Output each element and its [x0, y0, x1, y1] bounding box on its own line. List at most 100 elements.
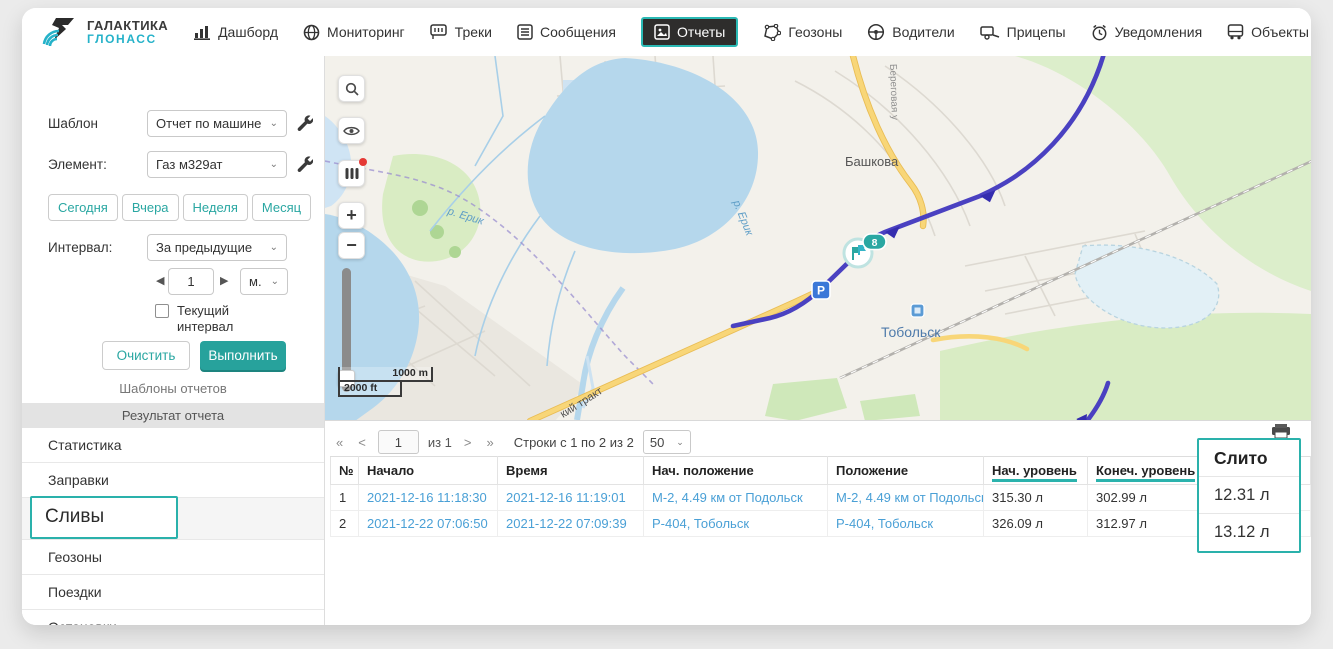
report-templates-section[interactable]: Шаблоны отчетов: [22, 381, 324, 396]
col-pos: Положение: [827, 456, 984, 485]
row2-start-link[interactable]: 2021-12-22 07:06:50: [358, 510, 498, 537]
row1-start-link[interactable]: 2021-12-16 11:18:30: [358, 484, 498, 511]
nav-item-objects[interactable]: Объекты: [1227, 24, 1309, 40]
alarm-clock-icon: [1092, 24, 1107, 40]
page-size-select[interactable]: 50 ⌄: [642, 430, 691, 454]
nav-item-dashboard[interactable]: Дашборд: [194, 24, 278, 40]
sidebar-item-statistics[interactable]: Статистика: [22, 428, 324, 463]
chevron-down-icon: ⌄: [269, 159, 278, 170]
bus-icon: [1227, 24, 1244, 40]
element-row: Элемент: Газ м329ат ⌄: [22, 151, 324, 179]
week-button[interactable]: Неделя: [182, 194, 248, 221]
nav-item-drivers[interactable]: Водители: [867, 23, 955, 41]
prev-page-button[interactable]: <: [355, 433, 369, 452]
row1-pos-link[interactable]: М-2, 4.49 км от Подольск: [827, 484, 984, 511]
row1-time-link[interactable]: 2021-12-16 11:19:01: [497, 484, 644, 511]
cluster-count-badge: 8: [862, 233, 887, 251]
zoom-in-button[interactable]: +: [338, 202, 365, 229]
interval-unit-select[interactable]: м. ⌄: [240, 268, 288, 295]
drained-value: 13.12 л: [1214, 523, 1270, 541]
eye-icon: [343, 126, 360, 135]
city-poi-icon[interactable]: [910, 303, 925, 318]
next-page-button[interactable]: >: [461, 433, 475, 452]
map-label-street: Береговая у: [887, 64, 900, 121]
report-result-section[interactable]: Результат отчета: [22, 403, 324, 428]
first-page-button[interactable]: «: [333, 433, 346, 452]
col-num: №: [330, 456, 359, 485]
last-page-button[interactable]: »: [484, 433, 497, 452]
nav-item-monitoring[interactable]: Мониторинг: [303, 24, 405, 41]
map-search-button[interactable]: [338, 75, 365, 102]
nav-item-geozones[interactable]: Геозоны: [763, 23, 842, 41]
current-interval-checkbox[interactable]: [155, 304, 169, 318]
sidebar-item-geozones[interactable]: Геозоны: [22, 540, 324, 575]
nav-item-notifications[interactable]: Уведомления: [1091, 24, 1202, 41]
interval-count-input[interactable]: [168, 268, 214, 295]
main-nav: Дашборд Мониторинг Треки Сообщения Отчет…: [194, 17, 1309, 47]
map-label-town: Башкова: [845, 154, 899, 169]
decrement-arrow[interactable]: ◀: [156, 274, 164, 287]
map-layers-button[interactable]: [338, 158, 367, 187]
rows-info: Строки с 1 по 2 из 2: [513, 434, 634, 450]
increment-arrow[interactable]: ▶: [220, 274, 228, 287]
page-number-input[interactable]: [377, 430, 419, 454]
table-header-row: № Начало Время Нач. положение Положение …: [330, 456, 1311, 485]
svg-text:P: P: [817, 284, 825, 298]
yesterday-button[interactable]: Вчера: [121, 194, 179, 221]
col-end-level: Конеч. уровень: [1087, 456, 1198, 485]
chevron-down-icon: ⌄: [676, 436, 684, 447]
row2-start-pos-link[interactable]: Р-404, Тобольск: [643, 510, 828, 537]
page-of-label: из 1: [427, 434, 452, 450]
template-settings-wrench-icon[interactable]: [296, 114, 314, 136]
bar-chart-icon: [194, 25, 211, 40]
table-row: 2 2021-12-22 07:06:50 2021-12-22 07:09:3…: [330, 510, 1311, 537]
interval-label: Интервал:: [48, 240, 113, 255]
nav-item-trailers[interactable]: Прицепы: [979, 24, 1066, 40]
element-settings-wrench-icon[interactable]: [296, 155, 314, 177]
brand-logo[interactable]: ГАЛАКТИКА ГЛОНАСС: [40, 16, 168, 48]
main-panel: Башкова Тобольск р. Ерик р. Ерик Берегов…: [325, 56, 1311, 625]
clear-button[interactable]: Очистить: [102, 341, 190, 370]
col-start-level: Нач. уровень: [983, 456, 1088, 485]
row2-time-link[interactable]: 2021-12-22 07:09:39: [497, 510, 644, 537]
svg-text:8: 8: [872, 237, 878, 249]
search-icon: [345, 82, 359, 96]
chevron-down-icon: ⌄: [270, 276, 279, 287]
template-label: Шаблон: [48, 116, 98, 131]
message-list-icon: [517, 24, 533, 40]
parking-marker[interactable]: P: [811, 280, 831, 300]
current-interval-checkbox-row[interactable]: Текущий интервал: [155, 303, 247, 336]
today-button[interactable]: Сегодня: [48, 194, 118, 221]
sidebar-item-trips[interactable]: Поездки: [22, 575, 324, 610]
drained-value: 12.31 л: [1199, 477, 1299, 514]
element-select[interactable]: Газ м329ат ⌄: [147, 151, 287, 178]
zoom-out-button[interactable]: −: [338, 232, 365, 259]
drains-highlight-callout: Сливы: [30, 496, 178, 539]
sidebar-item-refuels[interactable]: Заправки: [22, 463, 324, 498]
nav-item-messages[interactable]: Сообщения: [517, 24, 616, 40]
notification-dot: [359, 158, 367, 166]
nav-item-reports[interactable]: Отчеты: [640, 17, 739, 47]
interval-select[interactable]: За предыдущие ⌄: [147, 234, 287, 261]
scale-metric: 1000 m: [338, 367, 433, 382]
template-row: Шаблон Отчет по машине ⌄: [22, 110, 324, 138]
steering-wheel-icon: [868, 23, 885, 41]
map-canvas[interactable]: Башкова Тобольск р. Ерик р. Ерик Берегов…: [325, 56, 1311, 421]
element-label: Элемент:: [48, 157, 107, 172]
drains-report-table: № Начало Время Нач. положение Положение …: [330, 456, 1311, 537]
row1-start-pos-link[interactable]: М-2, 4.49 км от Подольск: [643, 484, 828, 511]
template-select[interactable]: Отчет по машине ⌄: [147, 110, 287, 137]
month-button[interactable]: Месяц: [251, 194, 312, 221]
col-start: Начало: [358, 456, 498, 485]
run-button[interactable]: Выполнить: [200, 341, 286, 370]
table-row: 1 2021-12-16 11:18:30 2021-12-16 11:19:0…: [330, 484, 1311, 511]
report-image-icon: [654, 24, 670, 40]
map-visibility-button[interactable]: [338, 117, 365, 144]
nav-item-tracks[interactable]: Треки: [429, 24, 492, 40]
chevron-down-icon: ⌄: [269, 242, 278, 253]
row2-pos-link[interactable]: Р-404, Тобольск: [827, 510, 984, 537]
quick-range-buttons: Сегодня Вчера Неделя Месяц: [48, 194, 312, 221]
trailer-icon: [979, 25, 999, 40]
sidebar-item-stops[interactable]: Остановки: [22, 610, 324, 625]
brand-name: ГАЛАКТИКА ГЛОНАСС: [87, 17, 169, 46]
